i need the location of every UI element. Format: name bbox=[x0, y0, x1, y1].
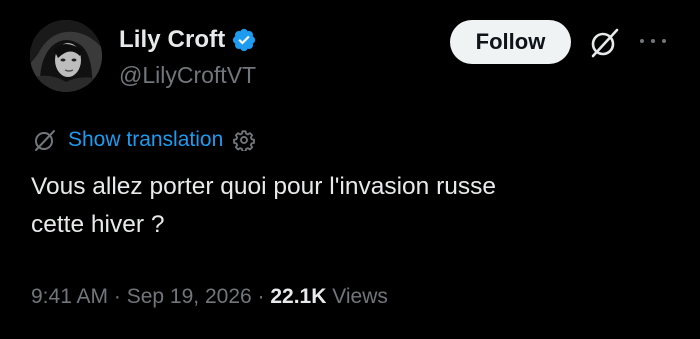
show-translation-link[interactable]: Show translation bbox=[68, 128, 223, 152]
more-dots-icon[interactable] bbox=[640, 34, 666, 48]
views-count[interactable]: 22.1K bbox=[270, 285, 326, 309]
avatar[interactable] bbox=[30, 20, 102, 92]
author-name-row[interactable]: Lily Croft bbox=[119, 26, 257, 54]
tweet-date[interactable]: Sep 19, 2026 bbox=[127, 285, 252, 309]
tweet-time[interactable]: 9:41 AM bbox=[31, 285, 108, 309]
tweet-text: Vous allez porter quoi pour l'invasion r… bbox=[31, 173, 496, 238]
views-label[interactable]: Views bbox=[332, 285, 388, 309]
slashed-circle-icon bbox=[32, 127, 58, 153]
gear-icon[interactable] bbox=[233, 129, 256, 153]
meta-separator: · bbox=[251, 285, 271, 308]
verified-badge-icon[interactable] bbox=[231, 27, 257, 53]
follow-button[interactable]: Follow bbox=[450, 20, 571, 64]
tweet-meta: 9:41 AM · Sep 19, 2026 · 22.1K Views bbox=[31, 285, 388, 309]
author-handle[interactable]: @LilyCroftVT bbox=[119, 62, 256, 89]
translation-row: Show translation bbox=[32, 127, 256, 153]
meta-separator: · bbox=[108, 285, 127, 308]
display-name[interactable]: Lily Croft bbox=[119, 26, 225, 54]
slashed-circle-icon[interactable] bbox=[587, 26, 621, 60]
